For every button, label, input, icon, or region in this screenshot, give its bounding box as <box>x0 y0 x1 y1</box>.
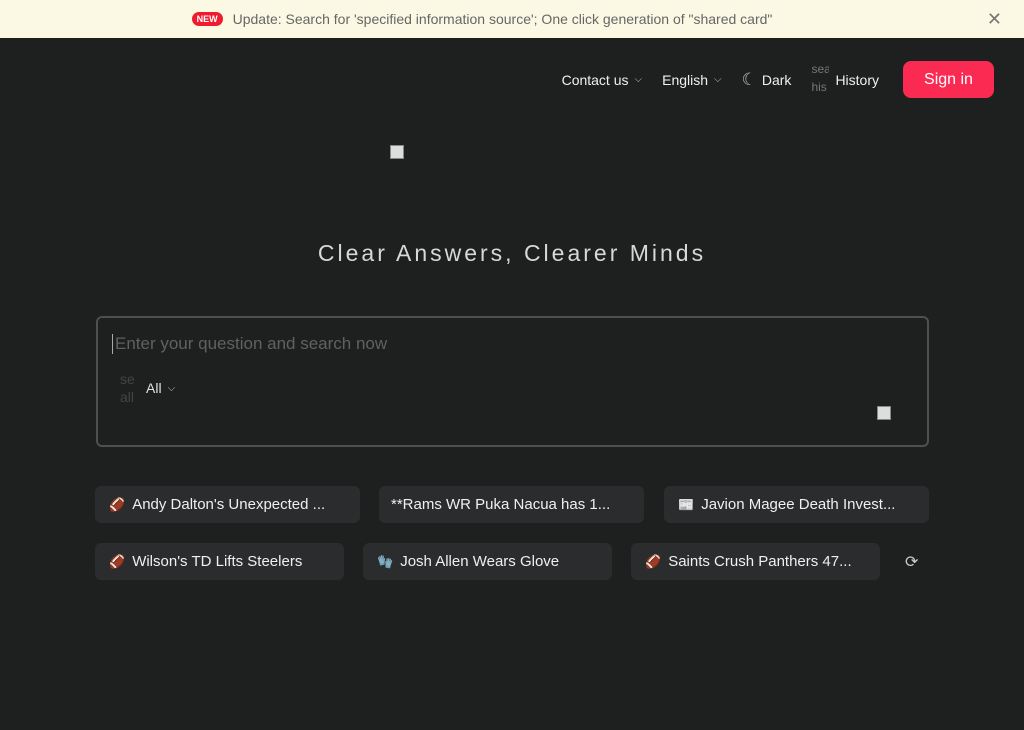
top-nav: Contact us ⌵ English ⌵ ☾ Dark sea his Histor… <box>562 61 994 98</box>
contact-label: Contact us <box>561 71 629 88</box>
football-icon: 🏈 <box>109 496 126 512</box>
history-button[interactable]: sea his History <box>811 62 879 96</box>
theme-toggle[interactable]: ☾ Dark <box>742 70 792 90</box>
source-select[interactable]: se all All ⌵ <box>120 370 175 406</box>
suggestion-chip[interactable]: 🏈 Wilson's TD Lifts Steelers <box>95 543 344 580</box>
contact-us-menu[interactable]: Contact us ⌵ <box>562 72 643 88</box>
suggestion-chip[interactable]: 📰 Javion Magee Death Invest... <box>664 486 929 523</box>
suggestion-chip[interactable]: 🏈 Andy Dalton's Unexpected ... <box>95 486 360 523</box>
suggestion-label: **Rams WR Puka Nacua has 1... <box>391 496 611 513</box>
suggestion-chip[interactable]: 🧤 Josh Allen Wears Glove <box>363 543 612 580</box>
refresh-icon[interactable]: ⟳ <box>905 552 918 572</box>
football-icon: 🏈 <box>645 553 662 569</box>
close-icon[interactable]: ✕ <box>987 9 1002 30</box>
source-icon: se all <box>120 371 135 405</box>
chevron-down-icon: ⌵ <box>634 74 643 85</box>
source-label: All <box>146 380 162 396</box>
suggestion-label: Andy Dalton's Unexpected ... <box>132 496 326 513</box>
search-box: se all All ⌵ <box>96 316 929 447</box>
history-icon: sea his <box>811 61 830 94</box>
new-badge: NEW <box>191 12 223 26</box>
theme-label: Dark <box>761 71 792 88</box>
suggestion-label: Saints Crush Panthers 47... <box>668 553 852 570</box>
newspaper-icon: 📰 <box>678 496 695 512</box>
language-select[interactable]: English ⌵ <box>662 72 722 88</box>
language-label: English <box>662 71 709 88</box>
page-title: Clear Answers, Clearer Minds <box>317 240 707 266</box>
suggestion-label: Josh Allen Wears Glove <box>400 553 560 570</box>
sign-in-button[interactable]: Sign in <box>903 61 994 98</box>
history-label: History <box>835 71 879 88</box>
announcement-banner: NEW Update: Search for 'specified inform… <box>0 0 1024 38</box>
suggestion-chip[interactable]: 🏈 Saints Crush Panthers 47... <box>631 543 880 580</box>
football-icon: 🏈 <box>109 553 126 569</box>
suggestion-label: Javion Magee Death Invest... <box>701 496 896 513</box>
suggestion-chip[interactable]: **Rams WR Puka Nacua has 1... <box>379 486 644 523</box>
chevron-down-icon: ⌵ <box>714 74 722 85</box>
chevron-down-icon: ⌵ <box>167 382 176 394</box>
moon-icon: ☾ <box>741 69 757 89</box>
banner-text[interactable]: Update: Search for 'specified informatio… <box>233 11 773 27</box>
send-icon[interactable] <box>877 406 891 420</box>
search-input[interactable] <box>112 334 892 354</box>
logo-image <box>390 145 404 159</box>
suggestion-label: Wilson's TD Lifts Steelers <box>132 553 303 570</box>
glove-icon: 🧤 <box>377 553 394 569</box>
